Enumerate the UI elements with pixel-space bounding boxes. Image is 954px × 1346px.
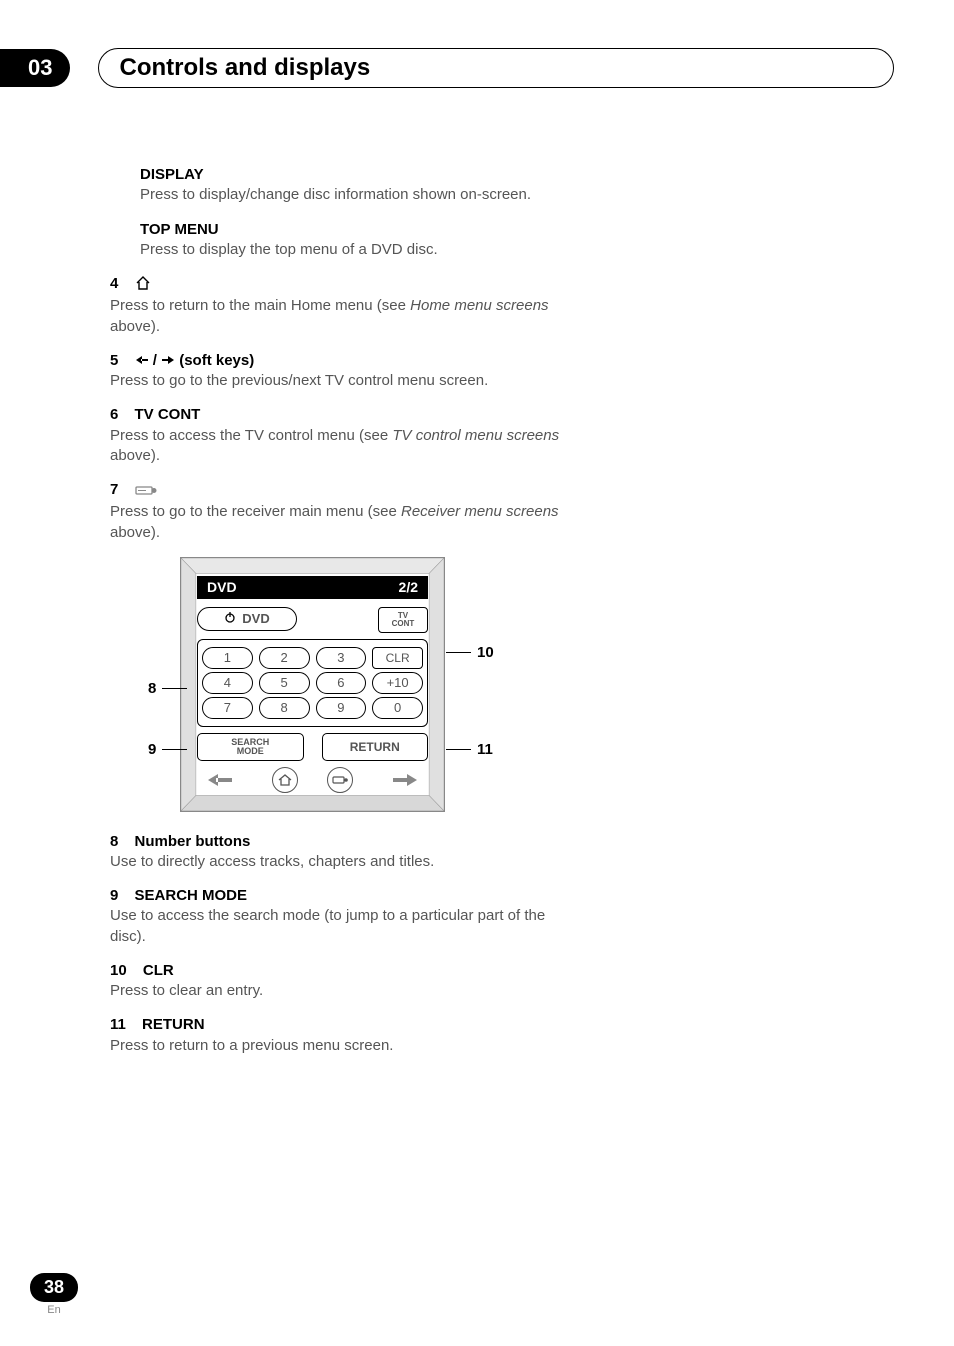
- content-column: DISPLAY Press to display/change disc inf…: [110, 165, 580, 1070]
- item-11-desc: Press to return to a previous menu scree…: [110, 1036, 580, 1056]
- item-7: 7 Press to go to the receiver main menu …: [110, 480, 580, 543]
- diagram-num-7: 7: [202, 697, 253, 719]
- item-6-num: 6: [110, 406, 118, 423]
- diagram-num-4: 4: [202, 672, 253, 694]
- item-topmenu-label: TOP MENU: [140, 220, 580, 240]
- item-8-num: 8: [110, 833, 118, 850]
- item-4-desc: Press to return to the main Home menu (s…: [110, 296, 580, 337]
- arrow-right-icon: [157, 352, 179, 369]
- receiver-icon: [135, 482, 157, 502]
- page-language: En: [47, 1304, 60, 1316]
- diagram-num-8: 8: [259, 697, 310, 719]
- chapter-number-badge: 03: [0, 49, 70, 87]
- chapter-title: Controls and displays: [119, 54, 370, 82]
- remote-screen: DVD 2/2 DVD TV CONT 1 2 3 CLR 4: [180, 557, 445, 812]
- page-footer: 38 En: [30, 1273, 78, 1316]
- item-display-label: DISPLAY: [140, 165, 580, 185]
- diagram-tvcont-button: TV CONT: [378, 607, 428, 633]
- item-6-label: TV CONT: [135, 406, 201, 423]
- item-topmenu-desc: Press to display the top menu of a DVD d…: [140, 240, 580, 260]
- diagram-num-6: 6: [316, 672, 367, 694]
- remote-diagram: DVD 2/2 DVD TV CONT 1 2 3 CLR 4: [150, 557, 480, 812]
- item-11-num: 11: [110, 1016, 126, 1033]
- item-7-num: 7: [110, 481, 118, 498]
- diagram-num-5: 5: [259, 672, 310, 694]
- diagram-num-2: 2: [259, 647, 310, 669]
- diagram-title-bar: DVD 2/2: [197, 576, 428, 599]
- item-9-num: 9: [110, 887, 118, 904]
- page-number: 38: [30, 1273, 78, 1302]
- callout-10: 10: [446, 643, 494, 663]
- item-display-desc: Press to display/change disc information…: [140, 185, 580, 205]
- chapter-title-wrap: Controls and displays: [98, 48, 894, 88]
- item-6: 6 TV CONT Press to access the TV control…: [110, 405, 580, 466]
- power-icon: [224, 610, 236, 628]
- item-5-desc: Press to go to the previous/next TV cont…: [110, 371, 580, 391]
- diagram-num-plus10: +10: [372, 672, 423, 694]
- diagram-bar-left: DVD: [207, 578, 237, 597]
- diagram-arrow-left-icon: [197, 769, 242, 791]
- item-8-label: Number buttons: [135, 833, 251, 850]
- item-6-desc: Press to access the TV control menu (see…: [110, 426, 580, 467]
- item-topmenu: TOP MENU Press to display the top menu o…: [140, 220, 580, 261]
- item-7-desc: Press to go to the receiver main menu (s…: [110, 502, 580, 543]
- item-5-num: 5: [110, 352, 118, 369]
- item-5-label: / (soft keys): [135, 352, 255, 369]
- item-10-num: 10: [110, 962, 127, 979]
- diagram-home-icon: [272, 767, 298, 793]
- diagram-num-0: 0: [372, 697, 423, 719]
- item-5: 5 / (soft keys) Press to go to the previ…: [110, 351, 580, 392]
- diagram-num-3: 3: [316, 647, 367, 669]
- item-8-desc: Use to directly access tracks, chapters …: [110, 852, 580, 872]
- diagram-arrow-right-icon: [383, 769, 428, 791]
- diagram-dvd-button: DVD: [197, 607, 297, 631]
- item-10-label: CLR: [143, 962, 174, 979]
- item-9: 9 SEARCH MODE Use to access the search m…: [110, 886, 580, 947]
- item-display: DISPLAY Press to display/change disc inf…: [140, 165, 580, 206]
- item-10-desc: Press to clear an entry.: [110, 981, 580, 1001]
- callout-9: 9: [148, 740, 187, 760]
- item-4-num: 4: [110, 275, 118, 292]
- diagram-receiver-icon: [327, 767, 353, 793]
- diagram-return-button: RETURN: [322, 733, 429, 761]
- item-9-desc: Use to access the search mode (to jump t…: [110, 906, 580, 947]
- diagram-number-grid: 1 2 3 CLR 4 5 6 +10 7 8 9 0: [197, 639, 428, 727]
- item-9-label: SEARCH MODE: [135, 887, 248, 904]
- callout-11: 11: [446, 740, 493, 760]
- diagram-bar-right: 2/2: [399, 578, 418, 597]
- item-11-label: RETURN: [142, 1016, 205, 1033]
- arrow-left-icon: [135, 352, 153, 369]
- diagram-clr-button: CLR: [372, 647, 423, 669]
- diagram-search-mode-button: SEARCH MODE: [197, 733, 304, 761]
- page-header: 03 Controls and displays: [0, 48, 894, 88]
- diagram-num-1: 1: [202, 647, 253, 669]
- item-8: 8 Number buttons Use to directly access …: [110, 832, 580, 873]
- callout-8: 8: [148, 679, 187, 699]
- item-11: 11 RETURN Press to return to a previous …: [110, 1015, 580, 1056]
- item-4: 4 Press to return to the main Home menu …: [110, 274, 580, 337]
- home-icon: [135, 276, 151, 296]
- diagram-num-9: 9: [316, 697, 367, 719]
- item-10: 10 CLR Press to clear an entry.: [110, 961, 580, 1002]
